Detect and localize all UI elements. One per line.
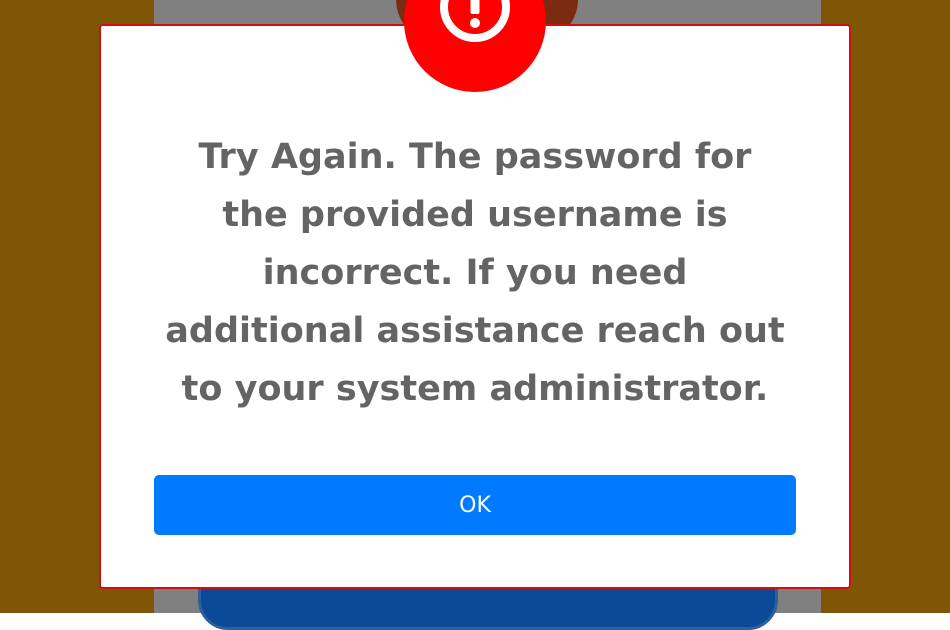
- error-message: Try Again. The password for the provided…: [165, 137, 785, 409]
- exclamation-circle-icon: [440, 0, 510, 42]
- ok-button[interactable]: OK: [154, 475, 796, 535]
